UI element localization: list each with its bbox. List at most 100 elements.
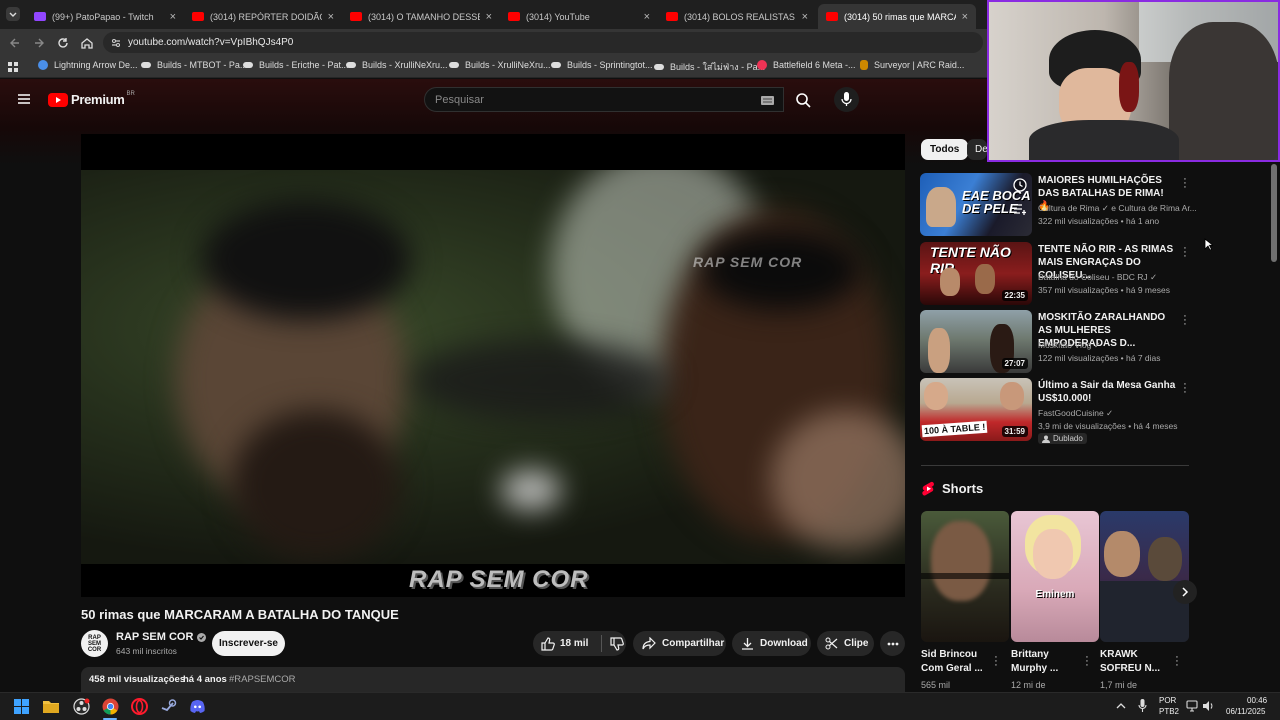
bookmark-icon: [654, 64, 664, 70]
tab-list-button[interactable]: [6, 7, 20, 21]
short-title[interactable]: KRAWK SOFREU N...: [1100, 648, 1172, 676]
video-channel[interactable]: FastGoodCuisine ✓: [1038, 408, 1113, 419]
search-button[interactable]: [784, 87, 822, 112]
more-vertical-icon[interactable]: · · ·: [1182, 379, 1188, 398]
download-button[interactable]: Download: [732, 631, 811, 656]
microphone-icon[interactable]: [1138, 699, 1147, 713]
discord-icon[interactable]: [189, 698, 206, 715]
video-channel[interactable]: Cultura de Rima ✓ e Cultura de Rima Ar..…: [1038, 203, 1197, 214]
browser-tab-active[interactable]: (3014) 50 rimas que MARCARAM ×: [818, 4, 976, 29]
reload-icon[interactable]: [56, 36, 70, 50]
recommended-video[interactable]: 27:07 MOSKITÃO ZARALHANDO AS MULHERES EM…: [920, 310, 1190, 374]
bookmark-item[interactable]: Battlefield 6 Meta -...: [757, 60, 856, 70]
subscribe-button[interactable]: Inscrever-se: [212, 631, 285, 656]
like-count[interactable]: 18 mil: [560, 638, 588, 649]
video-thumbnail[interactable]: TENTE NÃO RIR 22:35: [920, 242, 1032, 305]
more-vertical-icon[interactable]: · · ·: [1182, 174, 1188, 193]
watch-later-icon[interactable]: [1013, 178, 1027, 192]
chevron-up-icon[interactable]: [1116, 702, 1126, 710]
video-thumbnail[interactable]: EAE BOCA DE PELE: [920, 173, 1032, 236]
network-icon[interactable]: [1186, 700, 1198, 712]
channel-name[interactable]: RAP SEM COR: [116, 631, 207, 643]
more-actions-button[interactable]: [880, 631, 905, 656]
youtube-logo[interactable]: Premium BR: [48, 90, 135, 107]
back-arrow-icon[interactable]: [8, 36, 22, 50]
description-box[interactable]: 458 mil visualizações há 4 anos #RAPSEMC…: [81, 667, 905, 692]
forward-arrow-icon[interactable]: [32, 36, 46, 50]
add-to-queue-icon[interactable]: [1013, 203, 1027, 215]
more-vertical-icon[interactable]: · · ·: [1084, 652, 1090, 671]
share-button[interactable]: Compartilhar: [633, 631, 726, 656]
bookmark-item[interactable]: Builds - MTBOT - Pa...: [141, 60, 247, 70]
bookmark-item[interactable]: Surveyor | ARC Raid...: [860, 60, 964, 70]
voice-search-button[interactable]: [834, 87, 859, 112]
more-vertical-icon[interactable]: · · ·: [993, 652, 999, 671]
chip-all[interactable]: Todos: [921, 139, 969, 160]
browser-tab[interactable]: (99+) PatoPapao - Twitch ×: [26, 4, 184, 29]
tab-title: (3014) BOLOS REALISTAS #cake: [684, 11, 796, 22]
close-icon[interactable]: ×: [170, 11, 176, 23]
browser-tab[interactable]: (3014) BOLOS REALISTAS #cake ×: [658, 4, 816, 29]
close-icon[interactable]: ×: [802, 11, 808, 23]
apps-grid-icon[interactable]: [7, 61, 19, 73]
clock-time[interactable]: 00:46: [1247, 696, 1267, 705]
channel-avatar[interactable]: RAP SEM COR: [81, 630, 108, 657]
video-thumbnail[interactable]: 27:07: [920, 310, 1032, 373]
like-icon[interactable]: [541, 636, 555, 651]
more-vertical-icon[interactable]: · · ·: [1182, 311, 1188, 330]
browser-tab[interactable]: (3014) REPÓRTER DOIDÃO | XA ×: [184, 4, 342, 29]
short-thumbnail[interactable]: [1100, 511, 1189, 642]
language-indicator[interactable]: POR: [1159, 696, 1176, 705]
video-frame[interactable]: RAP SEM COR: [81, 170, 905, 564]
opera-icon[interactable]: [131, 698, 148, 715]
short-thumbnail[interactable]: Eminem: [1011, 511, 1099, 642]
browser-tab[interactable]: (3014) YouTube ×: [500, 4, 658, 29]
recommended-video[interactable]: 100 À TABLE ! 31:59 Último a Sair da Mes…: [920, 378, 1190, 448]
chip-channel[interactable]: De: [967, 139, 987, 160]
close-icon[interactable]: ×: [328, 11, 334, 23]
video-title[interactable]: Último a Sair da Mesa Ganha US$10.000!: [1038, 379, 1178, 405]
address-bar[interactable]: youtube.com/watch?v=VpIBhQJs4P0: [103, 32, 983, 53]
steam-icon[interactable]: [160, 698, 177, 715]
shorts-next-button[interactable]: [1173, 580, 1197, 604]
video-thumbnail[interactable]: 100 À TABLE ! 31:59: [920, 378, 1032, 441]
video-channel[interactable]: Batalha do Coliseu - BDC RJ ✓: [1038, 272, 1157, 283]
hashtag-link[interactable]: #RAPSEMCOR: [229, 674, 296, 685]
close-icon[interactable]: ×: [962, 11, 968, 23]
clock-date[interactable]: 06/11/2025: [1226, 707, 1265, 716]
bookmark-item[interactable]: Builds - Sprintingtot...: [551, 60, 653, 70]
bookmark-item[interactable]: Builds - XrulliNeXru...: [449, 60, 551, 70]
volume-icon[interactable]: [1202, 700, 1214, 712]
recommended-video[interactable]: EAE BOCA DE PELE MAIORES HUMILHAÇÕES DAS…: [920, 173, 1197, 237]
more-vertical-icon[interactable]: · · ·: [1174, 652, 1180, 671]
video-channel[interactable]: Moskitão Vlog ✓: [1038, 340, 1101, 351]
clip-button[interactable]: Clipe: [817, 631, 874, 656]
dislike-icon[interactable]: [610, 636, 625, 651]
site-settings-icon[interactable]: [110, 37, 122, 49]
page-scrollbar[interactable]: [1271, 164, 1277, 262]
close-icon[interactable]: ×: [644, 11, 650, 23]
keyboard-layout-indicator[interactable]: PTB2: [1159, 707, 1179, 716]
recommended-video[interactable]: TENTE NÃO RIR 22:35 TENTE NÃO RIR - AS R…: [920, 242, 1190, 306]
browser-tab[interactable]: (3014) O TAMANHO DESSE LA ×: [342, 4, 500, 29]
logo-region: BR: [126, 90, 135, 97]
chrome-icon[interactable]: [102, 698, 119, 715]
menu-icon[interactable]: [17, 92, 31, 106]
short-title[interactable]: Brittany Murphy ...: [1011, 648, 1083, 676]
close-icon[interactable]: ×: [486, 11, 492, 23]
bookmark-item[interactable]: Builds - ใส่ไม่ฟ่าง - Pa...: [654, 60, 765, 74]
search-input[interactable]: Pesquisar: [424, 87, 784, 112]
bookmark-item[interactable]: Builds - XrulliNeXru...: [346, 60, 448, 70]
bookmark-item[interactable]: Lightning Arrow De...: [38, 60, 138, 70]
keyboard-icon[interactable]: [761, 96, 774, 105]
home-icon[interactable]: [80, 36, 94, 50]
file-explorer-icon[interactable]: [43, 699, 59, 713]
like-dislike-group: 18 mil: [533, 631, 626, 656]
windows-start-icon[interactable]: [14, 699, 29, 714]
divider: [601, 635, 603, 652]
obs-icon[interactable]: [73, 698, 90, 715]
short-title[interactable]: Sid Brincou Com Geral ...: [921, 648, 993, 676]
short-thumbnail[interactable]: [921, 511, 1009, 642]
bookmark-item[interactable]: Builds - Ericthe - Pat...: [243, 60, 349, 70]
more-vertical-icon[interactable]: · · ·: [1182, 243, 1188, 262]
